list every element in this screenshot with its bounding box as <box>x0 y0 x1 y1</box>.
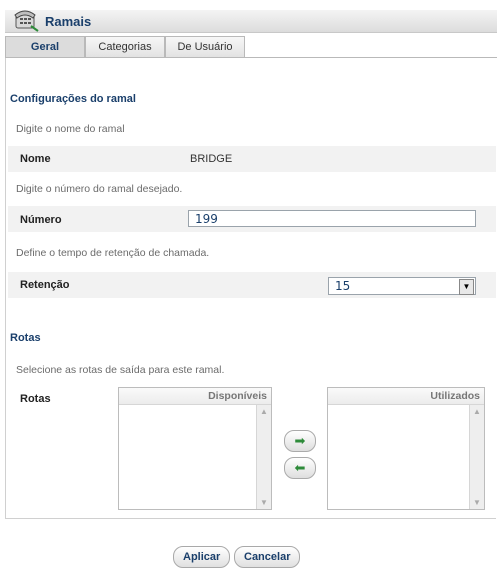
config-section-title: Configurações do ramal <box>10 93 136 105</box>
hold-hint: Define o tempo de retenção de chamada. <box>16 247 210 259</box>
add-route-button[interactable]: ➡ <box>284 430 316 452</box>
scroll-up-icon[interactable]: ▲ <box>473 407 481 416</box>
name-label: Nome <box>20 153 51 165</box>
number-label: Número <box>20 214 62 226</box>
window-titlebar: Ramais <box>5 10 497 33</box>
name-value: BRIDGE <box>190 153 233 165</box>
arrow-right-icon: ➡ <box>294 433 306 448</box>
apply-button[interactable]: Aplicar <box>173 546 231 568</box>
tab-de-usuario[interactable]: De Usuário <box>165 36 245 57</box>
tab-geral[interactable]: Geral <box>5 36 85 57</box>
scroll-down-icon[interactable]: ▼ <box>473 498 481 507</box>
number-input[interactable]: 199 <box>188 210 476 227</box>
hold-select-value: 15 <box>335 279 351 293</box>
remove-route-button[interactable]: ⬅ <box>284 457 316 479</box>
telephone-icon <box>13 8 39 32</box>
name-hint: Digite o nome do ramal <box>16 123 125 135</box>
scroll-down-icon[interactable]: ▼ <box>260 498 268 507</box>
name-row <box>8 146 496 172</box>
hold-label: Retenção <box>20 279 70 291</box>
hold-select[interactable]: 15 ▼ <box>328 277 476 295</box>
routes-section-title: Rotas <box>10 332 41 344</box>
available-routes-header: Disponíveis <box>119 388 271 405</box>
arrow-left-icon: ⬅ <box>294 460 306 475</box>
window-title: Ramais <box>45 14 92 29</box>
scroll-up-icon[interactable]: ▲ <box>260 407 268 416</box>
cancel-button[interactable]: Cancelar <box>234 546 301 568</box>
used-routes-list[interactable]: Utilizados ▲ ▼ <box>327 387 485 510</box>
number-hint: Digite o número do ramal desejado. <box>16 183 183 195</box>
routes-label: Rotas <box>20 393 51 405</box>
routes-hint: Selecione as rotas de saída para este ra… <box>16 364 225 376</box>
tab-bar: Geral Categorias De Usuário <box>5 36 497 58</box>
available-routes-scrollbar[interactable]: ▲ ▼ <box>256 405 271 509</box>
chevron-down-icon[interactable]: ▼ <box>459 279 474 295</box>
available-routes-list[interactable]: Disponíveis ▲ ▼ <box>118 387 272 510</box>
tab-categorias[interactable]: Categorias <box>85 36 165 57</box>
used-routes-scrollbar[interactable]: ▲ ▼ <box>469 405 484 509</box>
used-routes-header: Utilizados <box>328 388 484 405</box>
